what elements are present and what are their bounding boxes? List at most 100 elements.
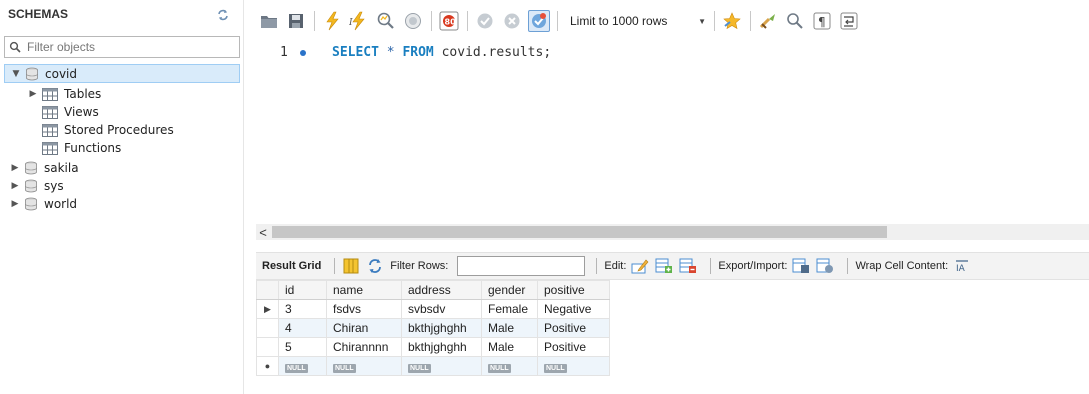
cell-name[interactable]: fsdvs (326, 299, 402, 319)
cell-null[interactable]: NULL (401, 356, 482, 376)
beautify-icon[interactable] (757, 10, 779, 32)
table-row[interactable]: 5 Chirannnn bkthjghghh Male Positive (256, 337, 610, 357)
column-header-address[interactable]: address (401, 280, 482, 300)
statement-marker-icon (300, 50, 306, 56)
column-header-gender[interactable]: gender (481, 280, 538, 300)
toolbar-separator (334, 258, 336, 274)
sql-statement[interactable]: SELECT * FROM covid.results; (332, 45, 551, 60)
chevron-down-icon: ▼ (698, 16, 706, 26)
open-file-icon[interactable] (258, 10, 280, 32)
editor-horizontal-scrollbar[interactable]: < (256, 224, 1089, 240)
cell-id[interactable]: 3 (278, 299, 327, 319)
explain-icon[interactable] (375, 10, 397, 32)
table-row[interactable]: 4 Chiran bkthjghghh Male Positive (256, 318, 610, 338)
save-icon[interactable] (285, 10, 307, 32)
schema-covid[interactable]: ▼ covid (4, 64, 240, 83)
tree-item-views[interactable]: Views (42, 103, 99, 121)
export-import-label: Export/Import: (718, 260, 788, 272)
limit-rows-label: Limit to 1000 rows (570, 14, 668, 28)
cell-address[interactable]: bkthjghghh (401, 337, 482, 357)
filter-objects-field[interactable] (4, 36, 240, 58)
schema-sys[interactable]: ▶ sys (10, 177, 64, 195)
tree-item-label: Stored Procedures (64, 123, 174, 137)
sql-editor[interactable]: 1 SELECT * FROM covid.results; (258, 40, 1089, 220)
execute-icon[interactable] (321, 10, 343, 32)
result-toolbar: Result Grid Filter Rows: Edit: Export/Im… (256, 252, 1089, 280)
row-marker (256, 318, 279, 338)
null-badge: NULL (408, 364, 431, 373)
toolbar-separator (431, 11, 432, 31)
schema-name: sakila (44, 161, 79, 175)
expand-down-icon[interactable]: ▼ (11, 69, 21, 79)
column-header-id[interactable]: id (278, 280, 327, 300)
scrollbar-thumb[interactable] (272, 226, 887, 238)
cell-null[interactable]: NULL (481, 356, 538, 376)
filter-rows-input[interactable] (457, 256, 586, 276)
toolbar-separator (596, 258, 598, 274)
sql-table-ref: covid.results; (441, 45, 552, 60)
table-row[interactable]: ▶ 3 fsdvs svbsdv Female Negative (256, 299, 610, 319)
refresh-icon[interactable] (216, 8, 230, 22)
new-row[interactable]: ● NULL NULL NULL NULL NULL (256, 356, 610, 376)
export-icon[interactable] (792, 258, 810, 274)
cell-name[interactable]: Chiran (326, 318, 402, 338)
expand-right-icon[interactable]: ▶ (10, 199, 20, 209)
tree-item-functions[interactable]: Functions (42, 139, 121, 157)
schema-navigator: SCHEMAS ▼ covid ▶ (0, 0, 244, 394)
cell-gender[interactable]: Male (481, 318, 538, 338)
table-header-row: id name address gender positive (256, 280, 610, 300)
rollback-icon[interactable] (501, 10, 523, 32)
add-row-icon[interactable] (655, 258, 673, 274)
execute-selection-icon[interactable]: I (348, 10, 370, 32)
cell-positive[interactable]: Negative (537, 299, 610, 319)
expand-right-icon[interactable]: ▶ (10, 181, 20, 191)
wrap-lines-icon[interactable] (838, 10, 860, 32)
cell-gender[interactable]: Male (481, 337, 538, 357)
line-number: 1 (280, 45, 288, 60)
sql-keyword-from: FROM (402, 45, 434, 60)
tree-item-stored-procedures[interactable]: Stored Procedures (42, 121, 174, 139)
add-to-snippets-icon[interactable] (721, 10, 743, 32)
result-grid: id name address gender positive ▶ 3 fsdv… (256, 280, 610, 376)
invisible-chars-icon[interactable]: ¶ (811, 10, 833, 32)
tree-item-tables[interactable]: ▶ Tables (28, 85, 102, 103)
expand-right-icon[interactable]: ▶ (10, 163, 20, 173)
sql-star: * (386, 45, 395, 60)
cell-null[interactable]: NULL (278, 356, 327, 376)
wrap-cell-content-label: Wrap Cell Content: (855, 260, 949, 272)
scroll-left-icon[interactable]: < (256, 224, 270, 240)
cell-id[interactable]: 5 (278, 337, 327, 357)
column-header-positive[interactable]: positive (537, 280, 610, 300)
find-icon[interactable] (784, 10, 806, 32)
result-grid-tab[interactable]: Result Grid (262, 260, 321, 272)
schema-world[interactable]: ▶ world (10, 195, 78, 213)
expand-right-icon[interactable]: ▶ (28, 89, 38, 99)
wrap-cell-content-icon[interactable]: IA (953, 258, 971, 274)
filter-objects-input[interactable] (27, 39, 232, 55)
edit-row-icon[interactable] (631, 258, 649, 274)
toggle-continue-on-error-icon[interactable]: 80 (438, 10, 460, 32)
cell-null[interactable]: NULL (326, 356, 402, 376)
commit-icon[interactable] (474, 10, 496, 32)
stop-icon[interactable] (402, 10, 424, 32)
schema-sakila[interactable]: ▶ sakila (10, 159, 79, 177)
cell-positive[interactable]: Positive (537, 318, 610, 338)
delete-row-icon[interactable] (679, 258, 697, 274)
cell-id[interactable]: 4 (278, 318, 327, 338)
result-table: id name address gender positive ▶ 3 fsdv… (256, 280, 610, 376)
import-icon[interactable] (816, 258, 834, 274)
refresh-results-icon[interactable] (366, 258, 384, 274)
cell-address[interactable]: svbsdv (401, 299, 482, 319)
cell-null[interactable]: NULL (537, 356, 610, 376)
column-header-name[interactable]: name (326, 280, 402, 300)
autocommit-icon[interactable] (528, 10, 550, 32)
svg-text:80: 80 (445, 18, 457, 27)
cell-name[interactable]: Chirannnn (326, 337, 402, 357)
search-icon (9, 41, 21, 53)
limit-rows-select[interactable]: Limit to 1000 rows ▼ (564, 10, 712, 32)
tree-item-label: Functions (64, 141, 122, 155)
cell-positive[interactable]: Positive (537, 337, 610, 357)
cell-address[interactable]: bkthjghghh (401, 318, 482, 338)
form-view-icon[interactable] (342, 258, 360, 274)
cell-gender[interactable]: Female (481, 299, 538, 319)
